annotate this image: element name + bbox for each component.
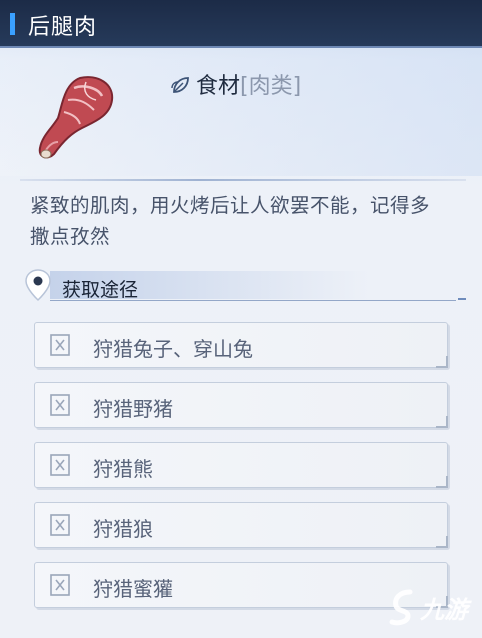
source-item-label: 狩猎野猪 — [93, 397, 173, 421]
title-bar: 后腿肉 — [0, 0, 482, 48]
hunt-icon — [50, 334, 70, 356]
hunt-icon — [50, 574, 70, 596]
source-item-label: 狩猎熊 — [93, 457, 153, 481]
source-item[interactable]: 狩猎狼 — [34, 502, 448, 548]
item-description: 紧致的肌肉，用火烤后让人欲罢不能，记得多撒点孜然 — [30, 194, 431, 248]
source-item[interactable]: 狩猎熊 — [34, 442, 448, 488]
category-subtype: [肉类] — [240, 74, 302, 99]
source-item[interactable]: 狩猎蜜獾 — [34, 562, 448, 608]
hunt-icon — [50, 394, 70, 416]
item-corner-mark — [436, 536, 448, 548]
source-item-label: 狩猎蜜獾 — [93, 577, 173, 601]
title-accent-bar — [10, 13, 15, 35]
item-corner-mark — [436, 356, 448, 368]
item-corner-mark — [436, 476, 448, 488]
page-title: 后腿肉 — [28, 15, 98, 40]
watermark-logo-icon — [389, 589, 413, 626]
item-detail-panel: 后腿肉 食材[肉类] 紧致的肌肉，用火烤后让人欲罢不能，记得多撒点孜然 获取途径 — [0, 0, 482, 638]
item-category: 食材[肉类] — [170, 68, 301, 100]
source-item[interactable]: 狩猎兔子、穿山兔 — [34, 322, 448, 368]
item-corner-mark — [436, 416, 448, 428]
hunt-icon — [50, 454, 70, 476]
source-item-label: 狩猎狼 — [93, 517, 153, 541]
source-header-tick — [458, 298, 466, 300]
source-item-label: 狩猎兔子、穿山兔 — [93, 337, 253, 361]
header-divider — [20, 179, 466, 181]
source-header-label: 获取途径 — [62, 279, 139, 301]
meat-leg-icon — [38, 76, 114, 159]
source-list: 狩猎兔子、穿山兔 狩猎野猪 狩猎熊 狩猎狼 狩猎蜜獾 — [34, 322, 448, 622]
category-label: 食材 — [196, 74, 241, 99]
watermark-text: 九游 — [420, 596, 468, 624]
hunt-icon — [50, 514, 70, 536]
location-pin-icon — [25, 269, 51, 302]
source-item[interactable]: 狩猎野猪 — [34, 382, 448, 428]
leaf-icon — [171, 77, 189, 93]
source-section-header: 获取途径 — [20, 268, 466, 306]
watermark: 九游 — [388, 584, 480, 632]
source-header-underline — [50, 300, 456, 301]
